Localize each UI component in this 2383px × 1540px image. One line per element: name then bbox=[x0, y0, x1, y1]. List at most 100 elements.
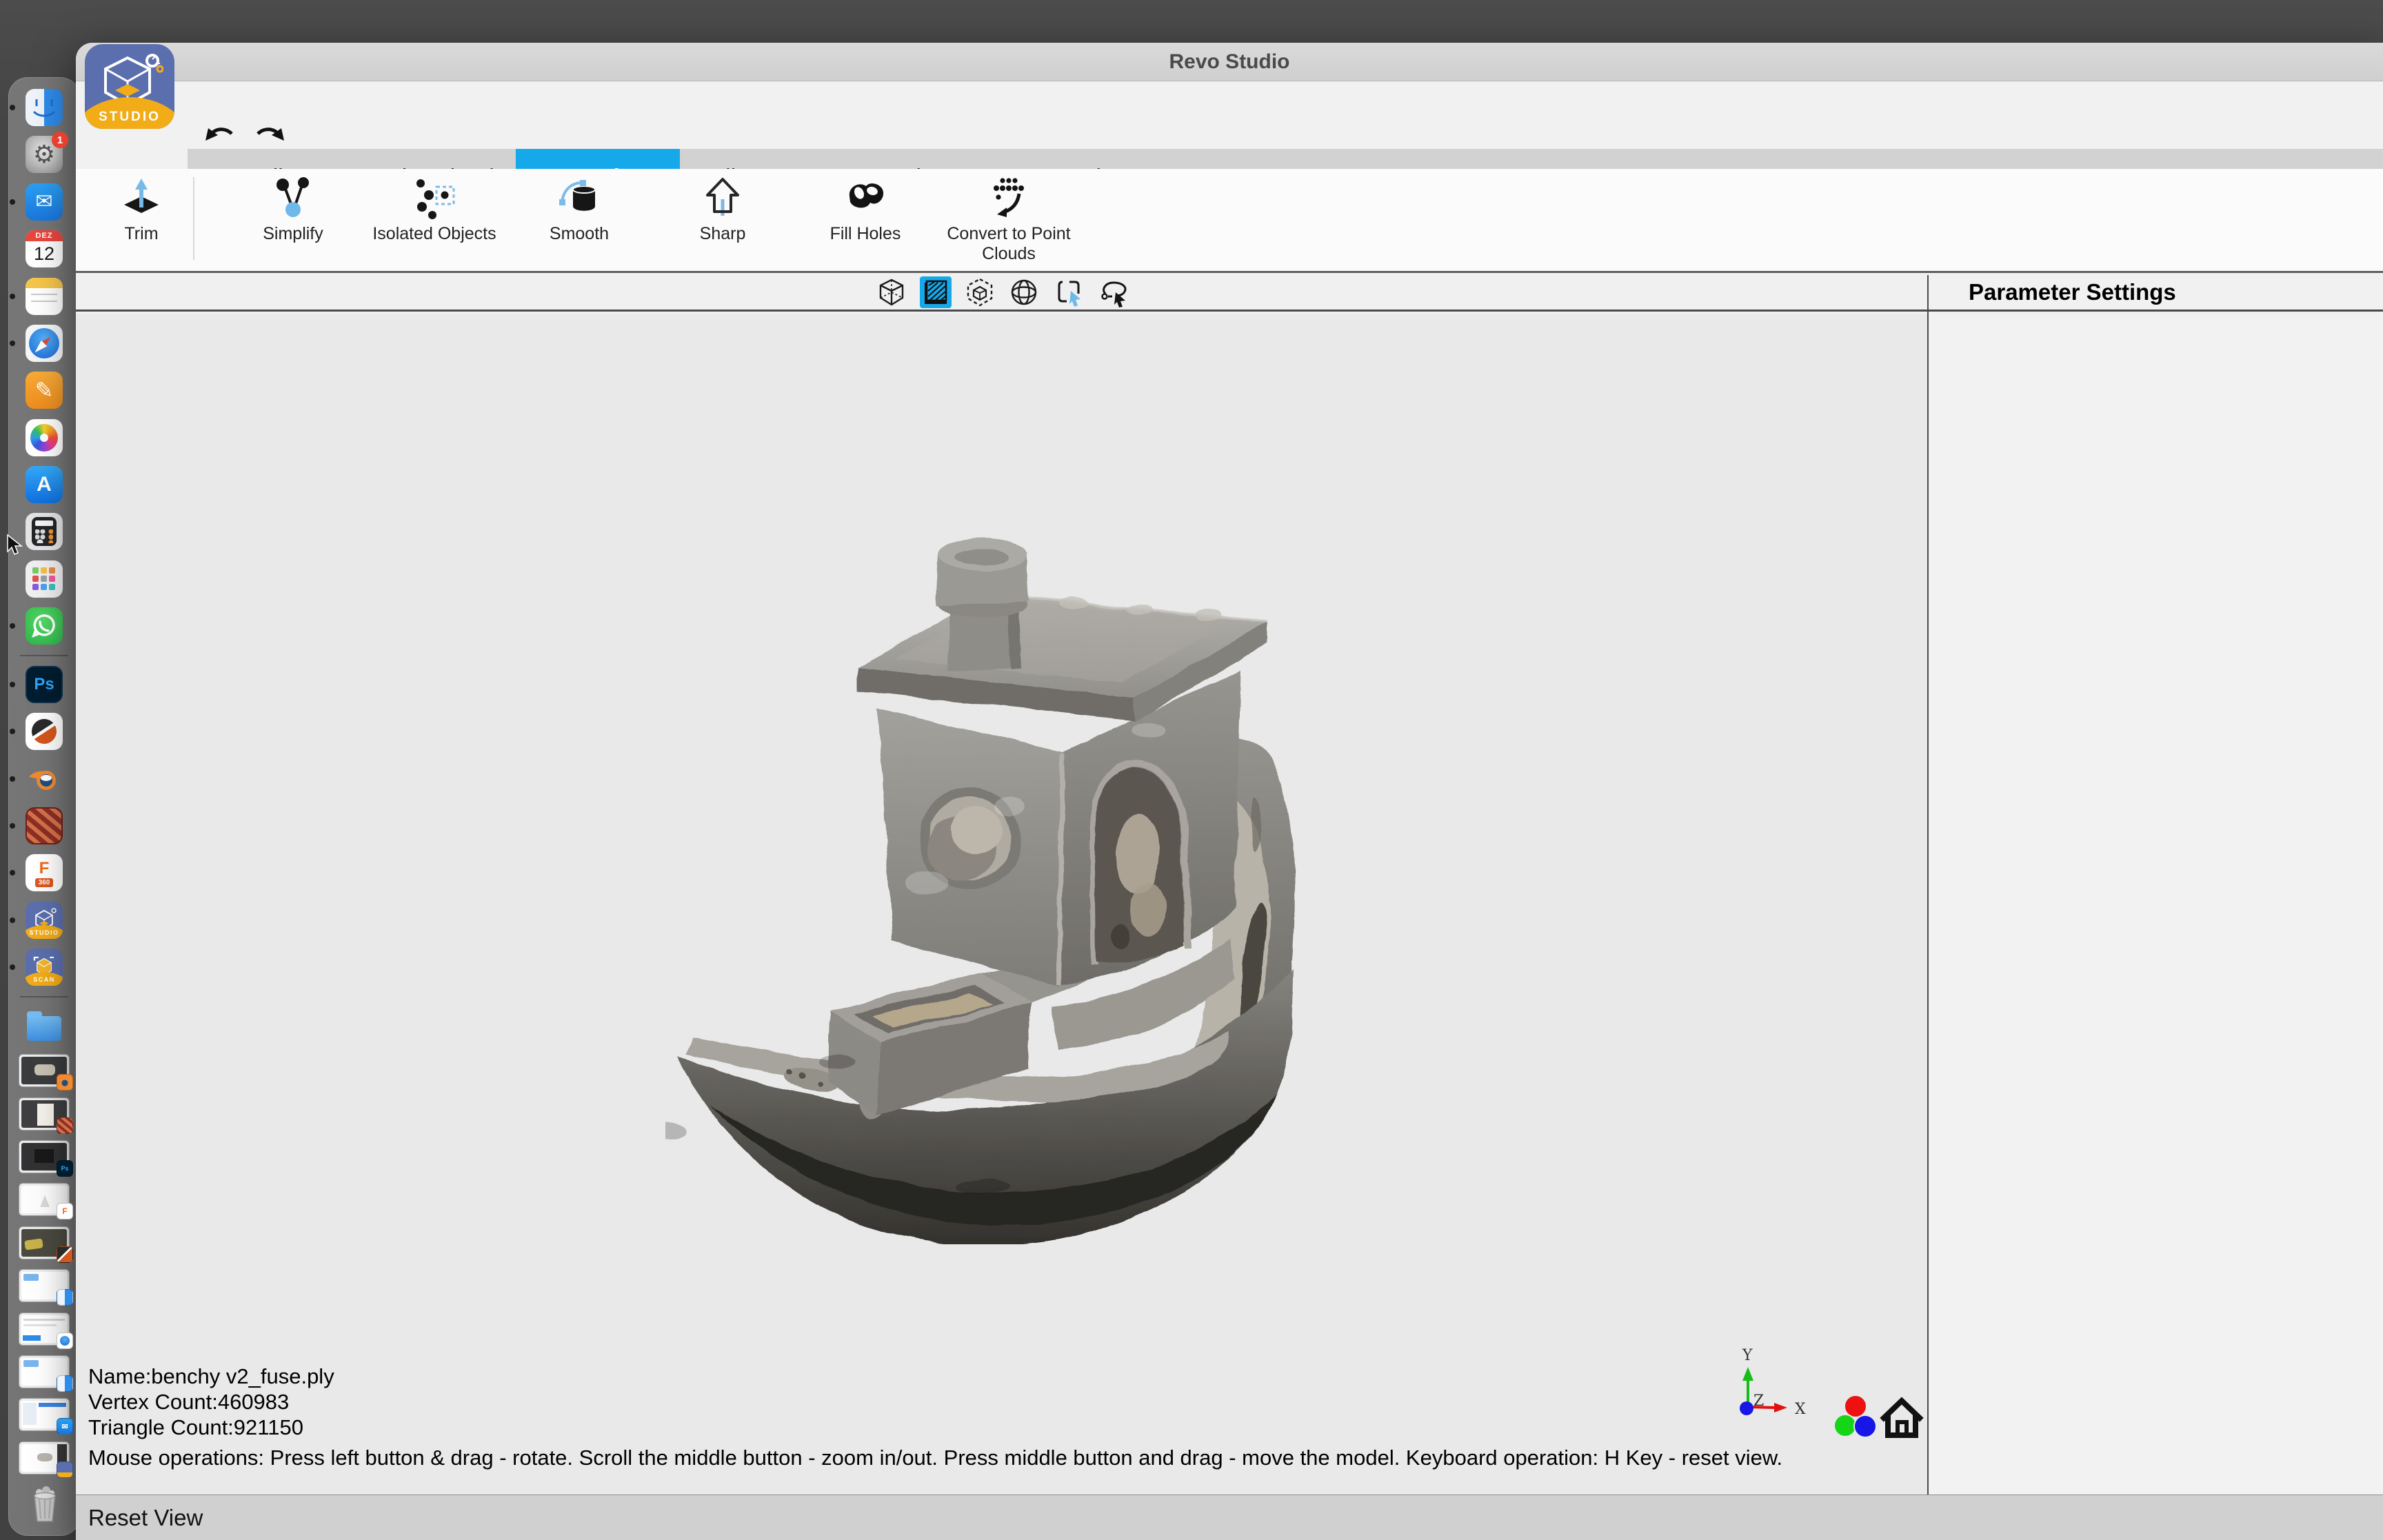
bounding-box-view-button[interactable] bbox=[964, 276, 996, 308]
folder-icon bbox=[26, 1007, 63, 1044]
dock-finder[interactable] bbox=[26, 89, 63, 126]
dock-photos[interactable] bbox=[26, 419, 63, 456]
lasso-select-button[interactable] bbox=[1096, 276, 1128, 308]
revo-studio-window: Revo Studio Edit Point Cloud Mesh Alignm… bbox=[76, 43, 2383, 1540]
smooth-button[interactable]: Smooth bbox=[514, 176, 645, 244]
minimized-window-mail[interactable]: ✉ bbox=[19, 1398, 70, 1431]
axis-label-x: X bbox=[1795, 1401, 1806, 1418]
dock-calendar[interactable]: DEZ 12 bbox=[26, 230, 63, 267]
dock-safari[interactable] bbox=[26, 325, 63, 362]
trim-button[interactable]: Trim bbox=[76, 176, 207, 244]
minimized-window-revo-scan[interactable] bbox=[19, 1441, 70, 1475]
dock-blender[interactable] bbox=[26, 760, 63, 798]
isolated-objects-button[interactable]: Isolated Objects bbox=[369, 176, 500, 244]
shaded-view-button[interactable] bbox=[920, 276, 952, 308]
dock-mail[interactable]: ✉ bbox=[26, 183, 63, 221]
redo-button[interactable] bbox=[254, 123, 285, 146]
whatsapp-icon bbox=[26, 607, 63, 645]
dock-trash[interactable] bbox=[26, 1484, 63, 1524]
smooth-icon bbox=[556, 176, 602, 221]
running-indicator bbox=[10, 199, 15, 205]
rgb-render-mode-button[interactable] bbox=[1833, 1395, 1878, 1440]
fill-holes-icon bbox=[843, 176, 888, 221]
calendar-icon: DEZ 12 bbox=[26, 230, 63, 267]
axis-label-y: Y bbox=[1742, 1347, 1753, 1364]
model-name: Name:benchy v2_fuse.ply bbox=[88, 1364, 334, 1389]
running-indicator bbox=[10, 823, 15, 829]
calendar-day: 12 bbox=[26, 241, 63, 267]
parameter-settings-header: Parameter Settings bbox=[1929, 275, 2383, 312]
3d-design-app-badge-icon bbox=[57, 1246, 73, 1263]
dock: ⚙ 1 ✉ DEZ 12 ✎ A P bbox=[8, 77, 80, 1536]
dock-photoshop[interactable]: Ps bbox=[26, 666, 63, 703]
minimized-window-safari[interactable] bbox=[19, 1313, 70, 1346]
minimized-window-finder[interactable] bbox=[19, 1269, 70, 1302]
window-title: Revo Studio bbox=[76, 43, 2383, 81]
dock-calculator[interactable] bbox=[26, 513, 63, 550]
fusion-360-icon: F 360 bbox=[26, 854, 63, 891]
trim-icon bbox=[119, 176, 164, 221]
panel-divider[interactable] bbox=[1927, 275, 1929, 1495]
dock-revo-scan[interactable]: SCAN bbox=[26, 949, 63, 986]
axis-gizmo: Y Z X bbox=[1720, 1345, 1824, 1435]
mouse-cursor bbox=[5, 534, 26, 557]
minimized-window-blender[interactable] bbox=[19, 1054, 70, 1087]
dock-system-settings[interactable]: ⚙ 1 bbox=[26, 136, 63, 173]
running-indicator bbox=[10, 623, 15, 629]
photoshop-icon: Ps bbox=[26, 666, 63, 703]
globe-view-button[interactable] bbox=[1008, 276, 1040, 308]
revo-scan-label: SCAN bbox=[26, 972, 63, 986]
dock-whatsapp[interactable] bbox=[26, 607, 63, 645]
minimized-window-finder-2[interactable] bbox=[19, 1355, 70, 1388]
dock-notes[interactable] bbox=[26, 278, 63, 315]
running-indicator bbox=[10, 729, 15, 734]
sharp-button[interactable]: Sharp bbox=[657, 176, 788, 244]
safari-compass-icon bbox=[26, 325, 63, 362]
minimized-window-photoshop[interactable]: Ps bbox=[19, 1140, 70, 1173]
tool-label: Sharp bbox=[657, 224, 788, 244]
minimized-window-3d-design-app[interactable] bbox=[19, 1226, 70, 1259]
dock-launchpad[interactable] bbox=[26, 560, 63, 598]
home-reset-view-button[interactable] bbox=[1879, 1395, 1924, 1440]
benchy-model[interactable] bbox=[665, 524, 1327, 1244]
dock-fusion-360[interactable]: F 360 bbox=[26, 854, 63, 891]
dock-downloads-folder[interactable] bbox=[26, 1007, 63, 1044]
vertex-count: Vertex Count:460983 bbox=[88, 1389, 334, 1415]
running-indicator bbox=[10, 776, 15, 782]
mouse-operations-help: Mouse operations: Press left button & dr… bbox=[88, 1445, 1784, 1470]
simplify-button[interactable]: Simplify bbox=[228, 176, 359, 244]
reset-view-status: Reset View bbox=[88, 1505, 203, 1531]
finder-badge-icon bbox=[57, 1289, 73, 1306]
dock-3d-design-app[interactable] bbox=[26, 713, 63, 750]
convert-to-point-clouds-button[interactable]: Convert to Point Clouds bbox=[943, 176, 1074, 264]
running-indicator bbox=[10, 870, 15, 875]
rectangle-select-button[interactable] bbox=[1052, 276, 1084, 308]
tool-label: Fill Holes bbox=[800, 224, 931, 244]
undo-button[interactable] bbox=[204, 123, 236, 146]
minimized-window-fusion[interactable]: F bbox=[19, 1183, 70, 1216]
3d-viewport[interactable]: Name:benchy v2_fuse.ply Vertex Count:460… bbox=[76, 314, 1927, 1495]
tool-label: Smooth bbox=[514, 224, 645, 244]
dock-revo-studio[interactable]: STUDIO bbox=[26, 902, 63, 939]
isolated-objects-icon bbox=[412, 176, 457, 221]
dock-pages[interactable]: ✎ bbox=[26, 372, 63, 409]
dock-cad-stripes-app[interactable] bbox=[26, 807, 63, 844]
calendar-month: DEZ bbox=[26, 230, 63, 241]
simplify-icon bbox=[270, 176, 316, 221]
dock-app-store[interactable]: A bbox=[26, 466, 63, 503]
dock-separator bbox=[20, 655, 68, 656]
model-info: Name:benchy v2_fuse.ply Vertex Count:460… bbox=[88, 1364, 334, 1440]
notification-badge: 1 bbox=[52, 132, 68, 148]
app-store-icon: A bbox=[26, 466, 63, 503]
tool-label: Convert to Point Clouds bbox=[943, 224, 1074, 264]
fill-holes-button[interactable]: Fill Holes bbox=[800, 176, 931, 244]
titlebar[interactable]: Revo Studio bbox=[76, 43, 2383, 81]
minimized-window-cad-app[interactable] bbox=[19, 1097, 70, 1131]
triangle-count: Triangle Count:921150 bbox=[88, 1415, 334, 1440]
mesh-toolbar: Trim Simplify Isolated Objects bbox=[76, 169, 2383, 273]
tool-label: Simplify bbox=[228, 224, 359, 244]
tool-label: Trim bbox=[76, 224, 207, 244]
wireframe-cube-view-button[interactable] bbox=[876, 276, 907, 308]
launchpad-icon bbox=[26, 560, 63, 598]
calculator-icon bbox=[26, 513, 63, 550]
